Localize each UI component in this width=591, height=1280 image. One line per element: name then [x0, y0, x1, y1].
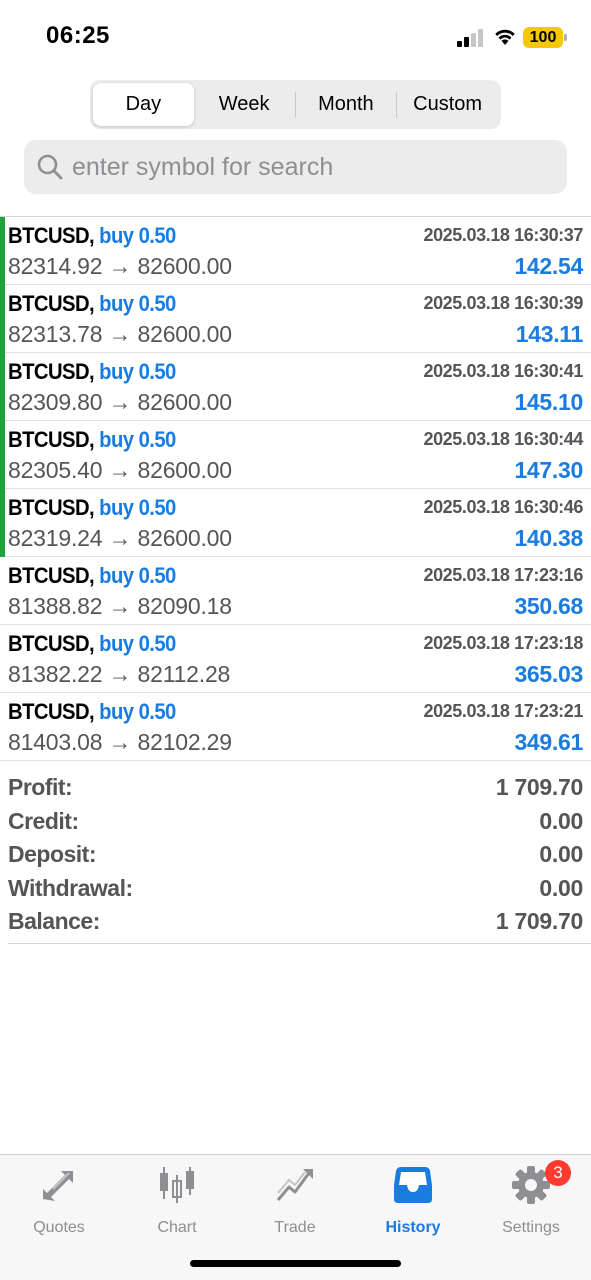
- deal-prices: 82319.24 → 82600.00: [8, 525, 232, 551]
- deal-symbol: BTCUSD,: [8, 291, 95, 316]
- tab-chart[interactable]: Chart: [118, 1165, 236, 1237]
- summary-deposit-row: Deposit: 0.00: [8, 837, 583, 871]
- quotes-arrows-icon: [43, 1171, 73, 1201]
- deal-profit: 142.54: [514, 253, 583, 279]
- deals-list: BTCUSD, buy 0.50 2025.03.18 16:30:37 823…: [0, 216, 591, 761]
- status-bar: 06:25 100: [0, 0, 591, 70]
- tab-day[interactable]: Day: [93, 83, 194, 126]
- deal-prices: 82313.78 → 82600.00: [8, 321, 232, 347]
- deal-type: buy 0.50: [99, 359, 176, 384]
- deal-type: buy 0.50: [99, 699, 176, 724]
- deal-symbol: BTCUSD,: [8, 631, 95, 656]
- tab-custom[interactable]: Custom: [397, 83, 498, 126]
- search-icon: [37, 154, 63, 180]
- deal-profit: 140.38: [514, 525, 583, 551]
- divider: [8, 943, 591, 944]
- deal-type: buy 0.50: [99, 427, 176, 452]
- summary-label: Withdrawal:: [8, 874, 133, 901]
- candlestick-icon: [160, 1167, 194, 1203]
- wifi-icon: [495, 29, 515, 45]
- deal-prices: 82309.80 → 82600.00: [8, 389, 232, 415]
- tab-label: Settings: [502, 1219, 560, 1236]
- deal-type: buy 0.50: [99, 495, 176, 520]
- summary-value: 0.00: [539, 874, 583, 901]
- deal-prices: 81403.08 → 82102.29: [8, 729, 232, 755]
- tab-label: History: [385, 1219, 441, 1236]
- deal-profit: 350.68: [514, 593, 583, 619]
- deal-type: buy 0.50: [99, 563, 176, 588]
- tab-label: Trade: [274, 1219, 316, 1236]
- deal-symbol: BTCUSD,: [8, 495, 95, 520]
- summary-label: Credit:: [8, 807, 79, 834]
- tab-history[interactable]: History: [354, 1165, 472, 1237]
- account-summary: Profit: 1 709.70 Credit: 0.00 Deposit: 0…: [8, 770, 583, 938]
- summary-value: 1 709.70: [495, 908, 583, 934]
- tab-trade[interactable]: Trade: [236, 1165, 354, 1237]
- summary-value: 0.00: [539, 841, 583, 867]
- summary-label: Profit:: [8, 774, 73, 800]
- deal-row[interactable]: BTCUSD, buy 0.50 2025.03.18 16:30:41 823…: [0, 353, 591, 421]
- deal-row[interactable]: BTCUSD, buy 0.50 2025.03.18 16:30:37 823…: [0, 217, 591, 285]
- deal-symbol: BTCUSD,: [8, 359, 95, 384]
- tab-quotes[interactable]: Quotes: [0, 1165, 118, 1237]
- tab-week[interactable]: Week: [194, 83, 295, 126]
- deal-profit: 365.03: [514, 661, 583, 687]
- deal-row[interactable]: BTCUSD, buy 0.50 2025.03.18 17:23:16 813…: [0, 557, 591, 625]
- summary-profit-row: Profit: 1 709.70: [8, 770, 583, 804]
- deal-time: 2025.03.18 17:23:18: [423, 633, 583, 653]
- deal-symbol: BTCUSD,: [8, 699, 95, 724]
- deal-prices: 82314.92 → 82600.00: [8, 253, 232, 279]
- battery-indicator: 100: [523, 27, 567, 48]
- summary-label: Deposit:: [8, 841, 97, 867]
- notification-badge: 3: [545, 1160, 571, 1186]
- deal-profit: 147.30: [514, 457, 583, 483]
- deal-prices: 81382.22 → 82112.28: [8, 661, 231, 687]
- cellular-signal-icon: [457, 29, 485, 47]
- summary-value: 0.00: [539, 807, 583, 834]
- summary-balance-row: Balance: 1 709.70: [8, 904, 583, 938]
- tab-month[interactable]: Month: [296, 83, 397, 126]
- search-input[interactable]: [72, 140, 552, 194]
- deal-type: buy 0.50: [99, 223, 176, 248]
- tab-label: Chart: [157, 1219, 197, 1236]
- deal-row[interactable]: BTCUSD, buy 0.50 2025.03.18 16:30:44 823…: [0, 421, 591, 489]
- status-time: 06:25: [46, 22, 110, 49]
- deal-row[interactable]: BTCUSD, buy 0.50 2025.03.18 17:23:18 813…: [0, 625, 591, 693]
- deal-prices: 82305.40 → 82600.00: [8, 457, 232, 483]
- deal-time: 2025.03.18 16:30:41: [423, 361, 583, 381]
- deal-symbol: BTCUSD,: [8, 427, 95, 452]
- deal-row[interactable]: BTCUSD, buy 0.50 2025.03.18 17:23:21 814…: [0, 693, 591, 761]
- summary-label: Balance:: [8, 908, 100, 934]
- deal-profit: 143.11: [515, 321, 584, 347]
- period-segmented-control: Day Week Month Custom: [90, 80, 501, 129]
- summary-credit-row: Credit: 0.00: [8, 804, 583, 838]
- deal-row[interactable]: BTCUSD, buy 0.50 2025.03.18 16:30:39 823…: [0, 285, 591, 353]
- deal-prices: 81388.82 → 82090.18: [8, 593, 232, 619]
- deal-time: 2025.03.18 16:30:44: [423, 429, 583, 449]
- tab-settings[interactable]: 3 Settings: [472, 1160, 590, 1237]
- tab-label: Quotes: [33, 1219, 85, 1236]
- deal-time: 2025.03.18 17:23:16: [423, 565, 583, 585]
- deal-time: 2025.03.18 17:23:21: [423, 701, 583, 721]
- search-bar[interactable]: [24, 140, 567, 194]
- deal-time: 2025.03.18 16:30:39: [423, 293, 583, 313]
- deal-row[interactable]: BTCUSD, buy 0.50 2025.03.18 16:30:46 823…: [0, 489, 591, 557]
- trade-trend-icon: [276, 1169, 313, 1201]
- deal-time: 2025.03.18 16:30:46: [423, 497, 583, 517]
- summary-withdrawal-row: Withdrawal: 0.00: [8, 871, 583, 905]
- deal-profit: 145.10: [514, 389, 583, 415]
- deal-type: buy 0.50: [99, 631, 176, 656]
- deal-symbol: BTCUSD,: [8, 563, 95, 588]
- deal-time: 2025.03.18 16:30:37: [423, 225, 583, 245]
- deal-profit: 349.61: [514, 729, 583, 755]
- home-indicator: [190, 1260, 401, 1267]
- deal-type: buy 0.50: [99, 291, 176, 316]
- deal-symbol: BTCUSD,: [8, 223, 95, 248]
- inbox-tray-icon: [394, 1167, 432, 1203]
- summary-value: 1 709.70: [495, 774, 583, 800]
